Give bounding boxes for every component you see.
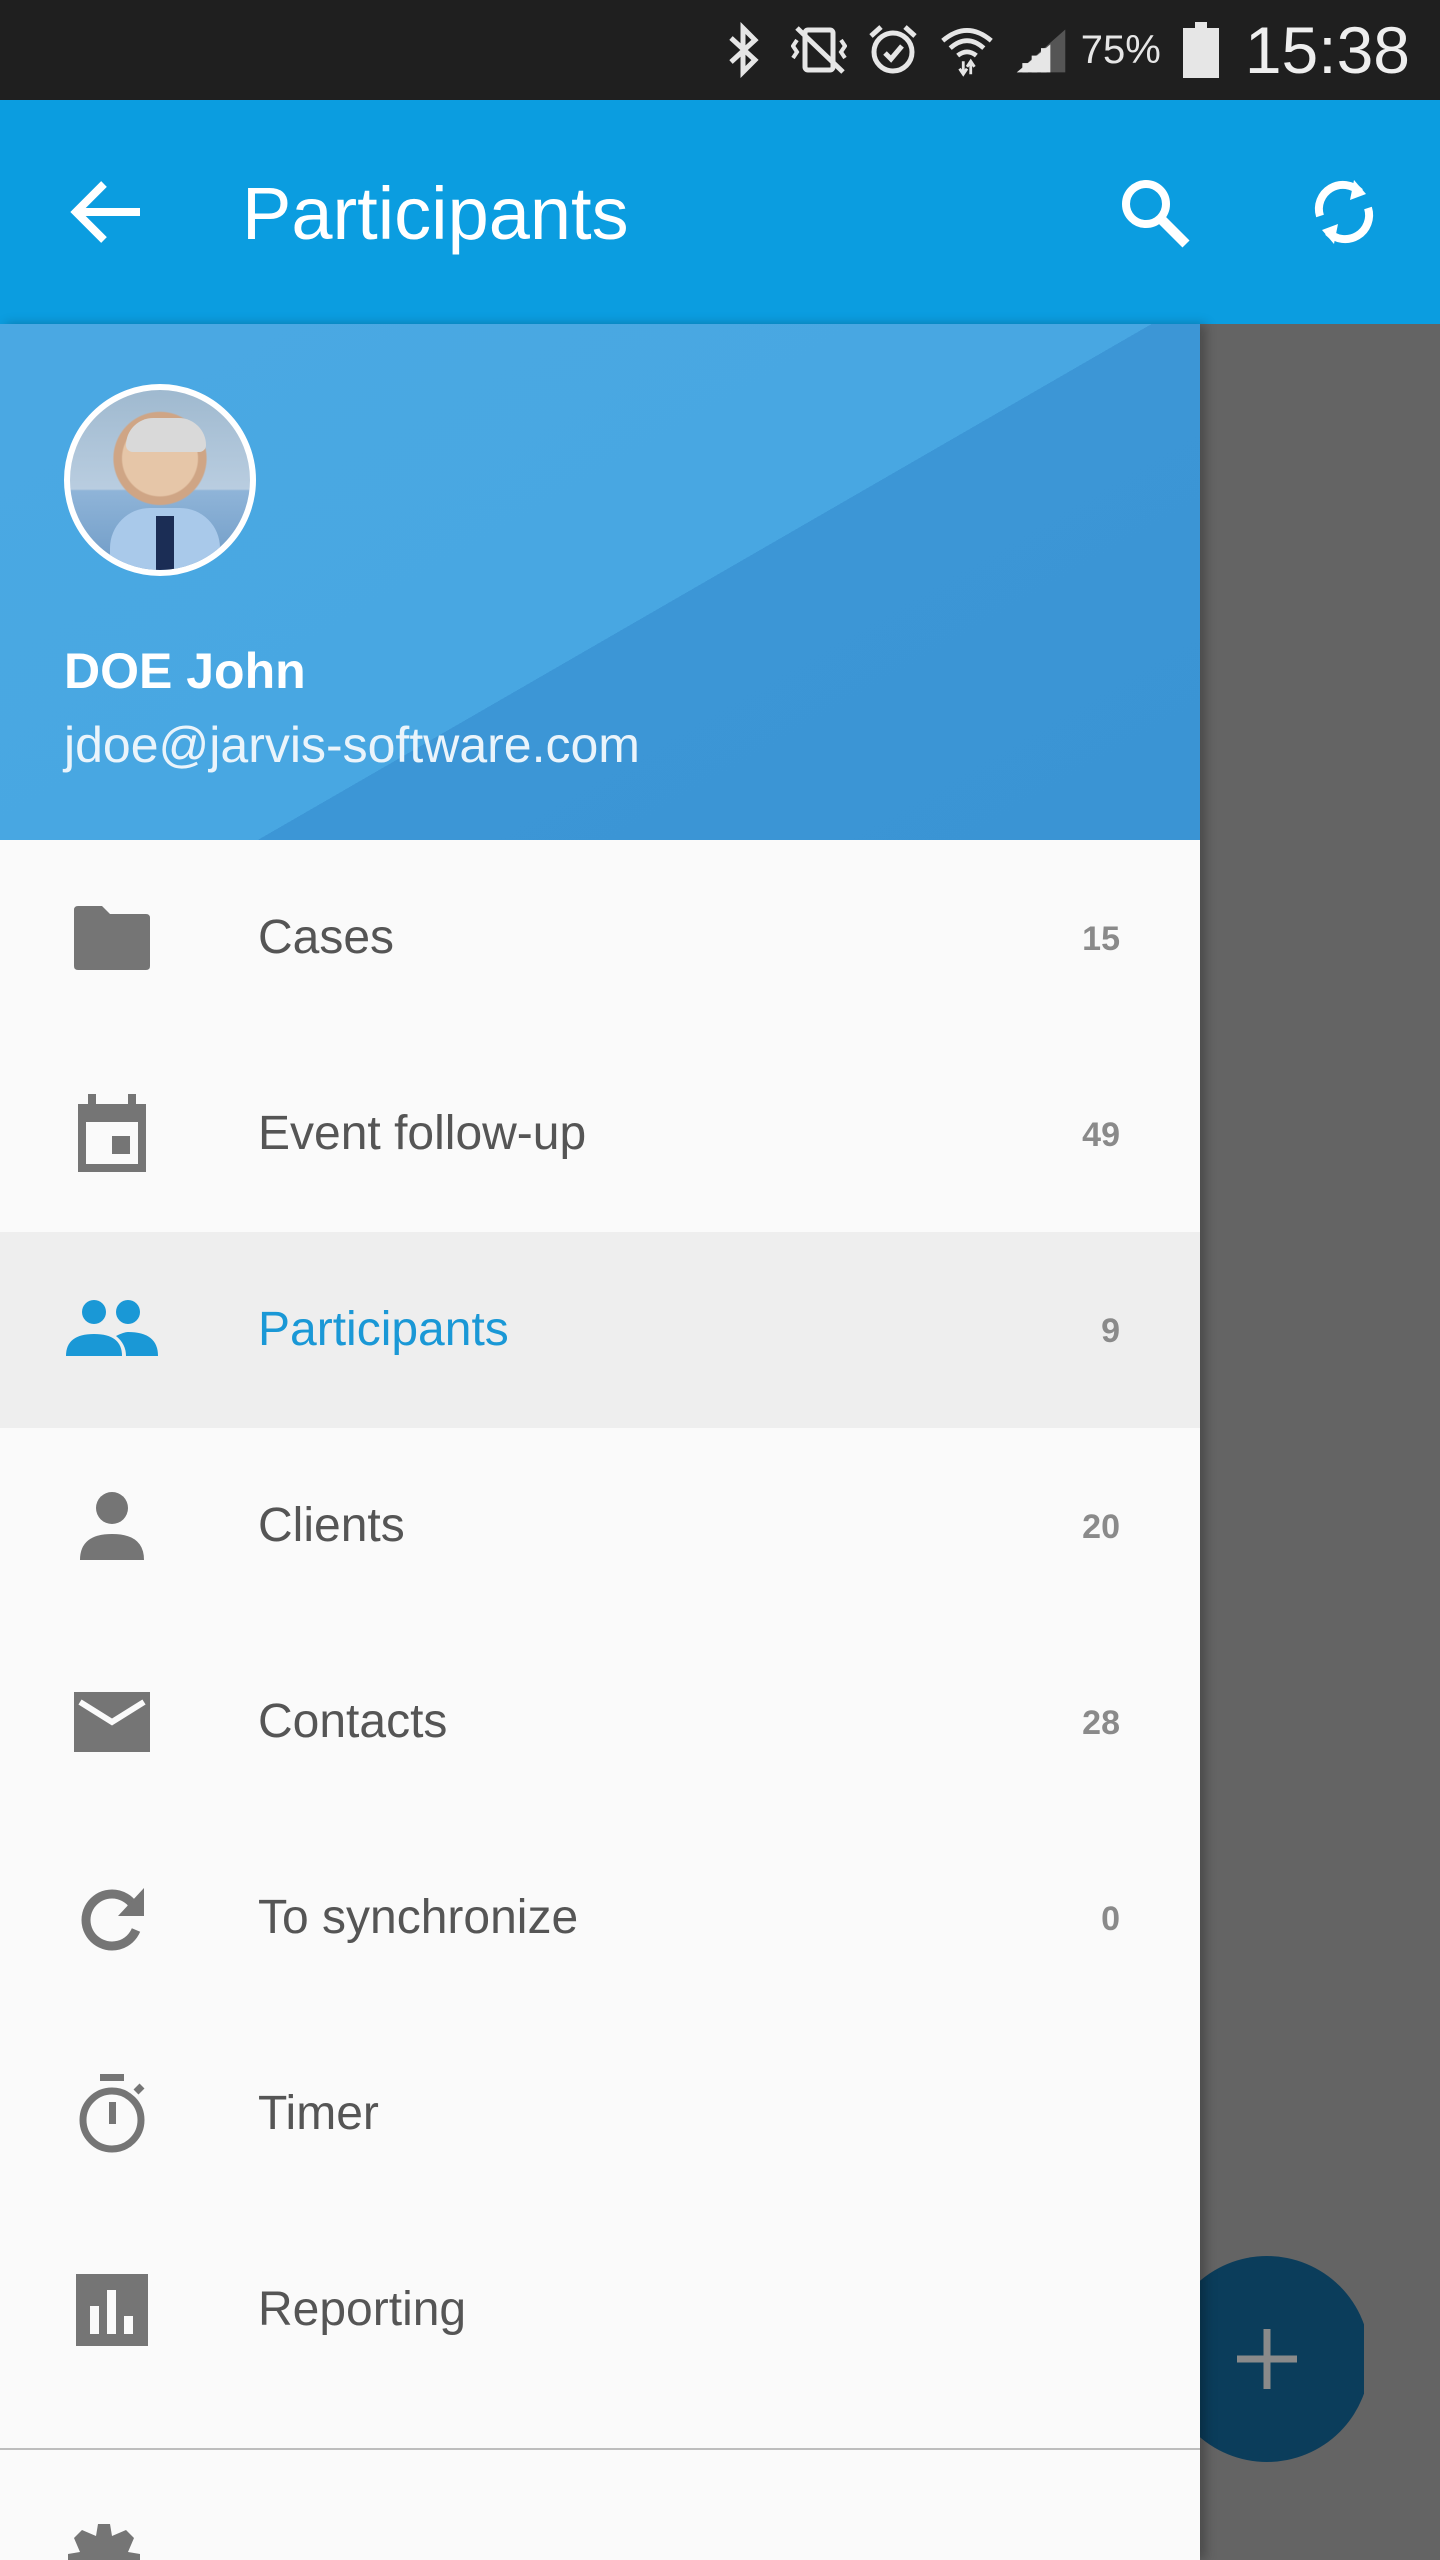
back-arrow-icon[interactable] — [60, 164, 156, 260]
bluetooth-icon — [717, 22, 773, 78]
mail-icon — [64, 1674, 160, 1770]
people-icon — [64, 1282, 160, 1378]
battery-icon — [1179, 22, 1223, 78]
sync-icon[interactable] — [1296, 164, 1392, 260]
menu-item-count: 49 — [1082, 1116, 1120, 1154]
drawer-scrim[interactable] — [1200, 324, 1440, 2560]
vibrate-icon — [790, 22, 847, 78]
app-bar: Participants — [0, 100, 1440, 324]
menu-item-count: 9 — [1101, 1312, 1120, 1350]
refresh-icon — [64, 1870, 160, 1966]
menu-item-count: 20 — [1082, 1508, 1120, 1546]
menu-item-label: Reporting — [258, 2283, 467, 2336]
drawer-menu: Cases 15 Event follow-up 49 Participants… — [0, 840, 1200, 2408]
menu-item-label: Participants — [258, 1303, 509, 1356]
menu-item-count: 15 — [1082, 920, 1120, 958]
menu-item-label: Timer — [258, 2087, 379, 2140]
menu-item-label: To synchronize — [258, 1891, 579, 1944]
person-icon — [64, 1478, 160, 1574]
menu-item-label: Event follow-up — [258, 1107, 587, 1160]
plus-icon — [1237, 2329, 1297, 2389]
drawer-header: DOE John jdoe@jarvis-software.com — [0, 324, 1200, 840]
menu-item-participants[interactable]: Participants 9 — [0, 1232, 1200, 1428]
menu-item-to-synchronize[interactable]: To synchronize 0 — [0, 1820, 1200, 2016]
menu-item-reporting[interactable]: Reporting — [0, 2212, 1200, 2408]
search-icon[interactable] — [1106, 164, 1202, 260]
add-fab-button[interactable] — [1200, 2256, 1364, 2462]
menu-item-cases[interactable]: Cases 15 — [0, 840, 1200, 1036]
user-email: jdoe@jarvis-software.com — [64, 717, 640, 773]
menu-item-clients[interactable]: Clients 20 — [0, 1428, 1200, 1624]
bar-chart-icon — [64, 2262, 160, 2358]
avatar[interactable] — [64, 384, 256, 576]
menu-item-count: 0 — [1101, 1900, 1120, 1938]
menu-item-event-follow-up[interactable]: Event follow-up 49 — [0, 1036, 1200, 1232]
gear-icon[interactable] — [64, 2520, 160, 2560]
timer-icon — [64, 2066, 160, 2162]
menu-item-count: 28 — [1082, 1704, 1120, 1742]
drawer-divider — [0, 2448, 1200, 2450]
menu-item-label: Clients — [258, 1499, 405, 1552]
menu-item-label: Cases — [258, 911, 395, 964]
signal-icon — [1013, 22, 1069, 78]
page-title: Participants — [242, 172, 629, 255]
menu-item-timer[interactable]: Timer — [0, 2016, 1200, 2212]
folder-icon — [64, 890, 160, 986]
user-name: DOE John — [64, 643, 306, 699]
wifi-icon — [939, 22, 995, 78]
clock: 15:38 — [1244, 13, 1410, 87]
alarm-icon — [865, 22, 921, 78]
menu-item-contacts[interactable]: Contacts 28 — [0, 1624, 1200, 1820]
status-bar: 75% 15:38 — [0, 0, 1440, 100]
calendar-icon — [64, 1086, 160, 1182]
navigation-drawer: DOE John jdoe@jarvis-software.com Cases … — [0, 324, 1200, 2560]
menu-item-label: Contacts — [258, 1695, 448, 1748]
battery-percent: 75% — [1080, 27, 1161, 72]
